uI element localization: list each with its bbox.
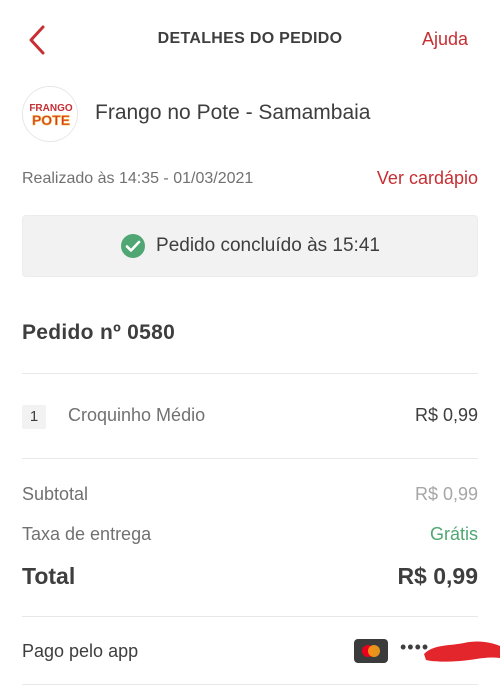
- order-status-text: Pedido concluído às 15:41: [156, 235, 380, 256]
- delivery-fee-label: Taxa de entrega: [22, 524, 152, 544]
- store-header[interactable]: FRANGO POTE Frango no Pote - Samambaia: [22, 86, 478, 144]
- divider: [22, 373, 478, 374]
- view-menu-link[interactable]: Ver cardápio: [377, 168, 478, 189]
- item-quantity: 1: [22, 405, 46, 429]
- help-link[interactable]: Ajuda: [422, 29, 468, 50]
- mastercard-icon: [354, 639, 388, 663]
- delivery-fee-value: Grátis: [429, 524, 478, 544]
- svg-text:POTE: POTE: [32, 112, 70, 128]
- payment-label: Pago pelo app: [22, 641, 139, 661]
- item-price: R$ 0,99: [414, 405, 478, 425]
- total-value: R$ 0,99: [397, 563, 478, 589]
- order-number: Pedido nº 0580: [22, 321, 176, 344]
- store-logo: FRANGO POTE: [22, 86, 78, 142]
- divider: [22, 684, 478, 685]
- total-label: Total: [22, 563, 76, 589]
- store-logo-image: FRANGO POTE: [23, 87, 77, 141]
- subtotal-label: Subtotal: [22, 484, 89, 504]
- store-name: Frango no Pote - Samambaia: [95, 101, 371, 124]
- item-name: Croquinho Médio: [68, 405, 206, 425]
- redaction-mark: [420, 634, 500, 668]
- order-status-box: Pedido concluído às 15:41: [22, 215, 478, 277]
- subtotal-value: R$ 0,99: [414, 484, 478, 504]
- order-item-row: 1 Croquinho Médio R$ 0,99: [22, 400, 478, 430]
- check-circle-icon: [121, 234, 146, 258]
- order-placed-time: Realizado às 14:35 - 01/03/2021: [22, 170, 254, 187]
- top-bar: DETALHES DO PEDIDO Ajuda: [0, 0, 500, 80]
- divider: [22, 616, 478, 617]
- divider: [22, 458, 478, 459]
